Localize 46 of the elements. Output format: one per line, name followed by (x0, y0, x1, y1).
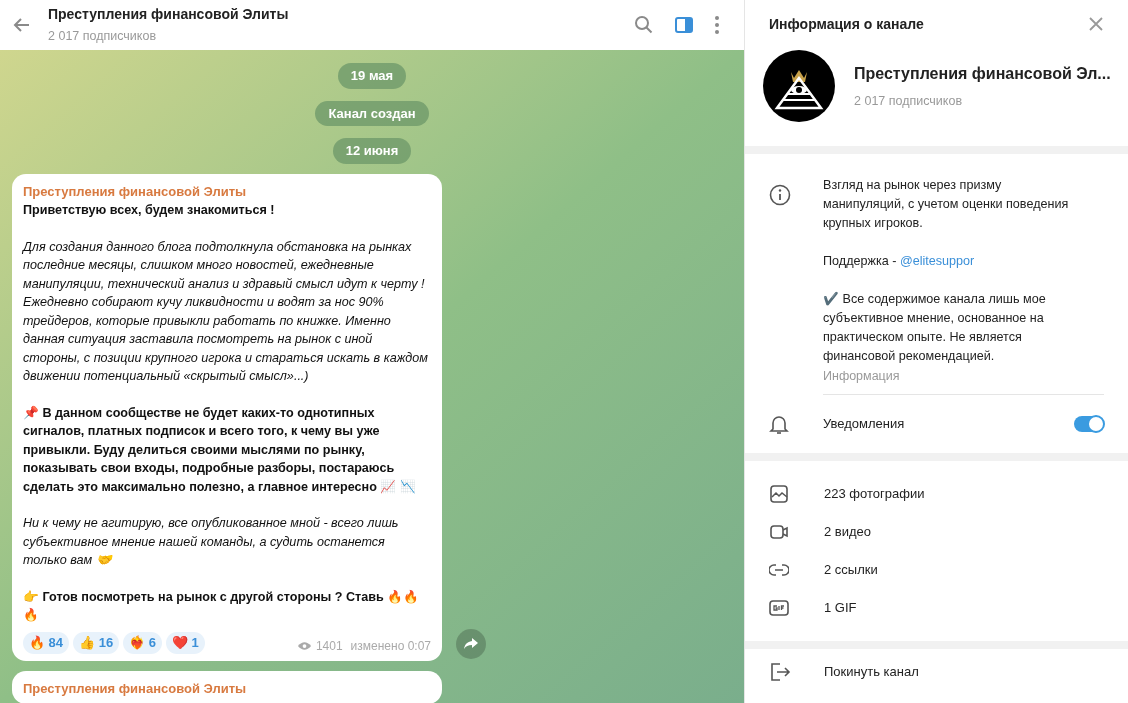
support-link[interactable]: @elitesuppor (899, 254, 975, 268)
panel-title: Информация о канале (769, 14, 924, 34)
close-button[interactable] (1088, 16, 1104, 32)
media-item[interactable]: 2 видео (745, 512, 1128, 551)
media-item[interactable]: 2 ссылки (745, 550, 1128, 589)
message-paragraph: Приветствую всех, будем знакомиться ! (23, 202, 276, 219)
exit-icon (769, 661, 791, 682)
leave-channel-button[interactable]: Покинуть канал (824, 662, 919, 682)
info-icon (769, 184, 791, 206)
channel-title: Преступления финансовой Элиты (48, 5, 290, 25)
sender-name: Преступления финансовой Элиты (23, 679, 248, 698)
channel-name: Преступления финансовой Эл... (854, 63, 1111, 84)
service-message: 12 июня (332, 138, 412, 164)
more-icon (714, 15, 720, 35)
media-item[interactable]: 223 фотографии (745, 474, 1128, 513)
message-paragraph: 👉 Готов посмотреть на рынок с другой стороны ? Ставь 🔥🔥🔥 (23, 588, 421, 624)
forward-button[interactable] (456, 628, 486, 659)
message-paragraph: 📌 В данном сообществе не будет каких-то однотипных сигналов, платных подписок и всего того, к чему вы уже привыкли. Буду делиться своими мыслями по рынку, показывать свои входы, подробные разборы, постараюсь сделать это максимально полезно, а главное интересно 📈 📉 (23, 404, 417, 496)
sidebar-icon (674, 15, 694, 35)
edited-time: изменено 0:07 (350, 637, 431, 655)
notifications-label: Уведомления (823, 415, 906, 433)
channel-logo (763, 50, 835, 122)
description-text: Поддержка - @elitesuppor (823, 253, 976, 270)
service-message: Канал создан (315, 100, 429, 126)
image-icon (769, 483, 789, 504)
sidebar-toggle-button[interactable] (674, 15, 694, 35)
description-text: ✔ Все содержимое канала лишь мое субъективное мнение, основанное на практическом опыте. Не является финансовой рекомендацией. (823, 291, 1047, 365)
forward-arrow-icon (464, 637, 478, 650)
view-count: 1401 (315, 637, 343, 655)
media-item[interactable]: 1 GIF (745, 588, 1128, 627)
more-button[interactable] (714, 15, 720, 35)
notifications-toggle[interactable] (1074, 415, 1104, 432)
eye-icon (296, 640, 312, 651)
message-paragraph: Ни к чему не агитирую, все опубликованное мной - всего лишь субъективное мнение нашей команды, а судить останется только вам 🤝 (23, 515, 400, 569)
close-icon (1088, 16, 1104, 32)
description-text: Взгляд на рынок через призму манипуляций, с учетом оценки поведения крупных игроков. (823, 177, 1070, 232)
service-message: 19 мая (337, 63, 407, 89)
search-icon (634, 15, 654, 35)
subscriber-count: 2 017 подписчиков (854, 92, 964, 110)
description-label: Информация (823, 368, 901, 385)
search-button[interactable] (634, 15, 654, 35)
gif-icon (769, 597, 789, 618)
sender-name: Преступления финансовой Элиты (23, 182, 248, 201)
reaction-chip[interactable]: ❤ 1 (166, 631, 205, 654)
message-paragraph: Для создания данного блога подтолкнула обстановка на рынках последние месяцы, слишком много новостей, ежедневные манипуляции, технический анализ и здравый смысл идут к черту ! Ежедневно собирают кучу ликвидности и водят за нос 90% трейдеров, которые привыкли работать по книжке. Именно данная ситуация заставила посмотреть на рынок с иной стороны, с позиции крупного игрока и стараться искать в каждом движении потенциальный «скрытый смысл»...) (23, 238, 429, 385)
subscriber-count: 2 017 подписчиков (48, 28, 158, 46)
